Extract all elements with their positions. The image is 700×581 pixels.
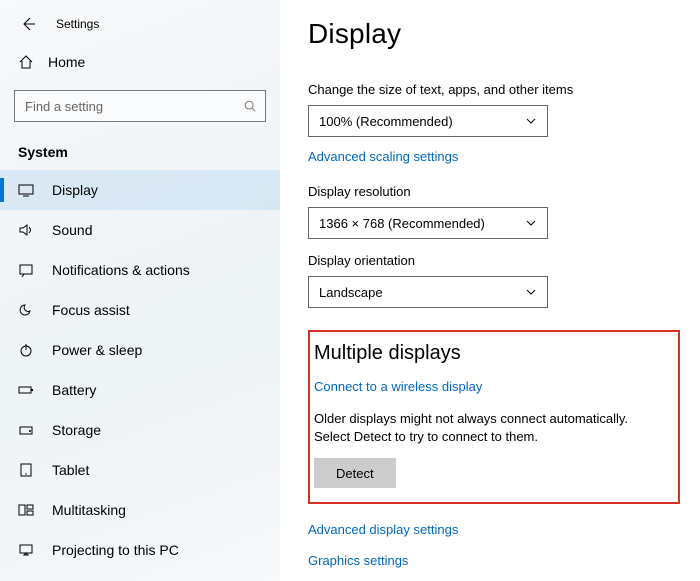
titlebar: Settings <box>0 6 280 42</box>
tablet-icon <box>18 462 34 478</box>
sidebar-item-sound[interactable]: Sound <box>0 210 280 250</box>
resolution-combobox[interactable]: 1366 × 768 (Recommended) <box>308 207 548 239</box>
resolution-label: Display resolution <box>308 184 672 199</box>
multiple-displays-heading: Multiple displays <box>314 342 666 365</box>
search-row <box>0 82 280 132</box>
sidebar: Settings Home System Display Sound Notif… <box>0 0 280 581</box>
scale-combobox[interactable]: 100% (Recommended) <box>308 105 548 137</box>
display-icon <box>18 182 34 198</box>
scale-field: Change the size of text, apps, and other… <box>308 82 672 137</box>
sidebar-item-power-sleep[interactable]: Power & sleep <box>0 330 280 370</box>
sidebar-item-tablet[interactable]: Tablet <box>0 450 280 490</box>
search-input[interactable] <box>23 99 243 114</box>
sidebar-item-storage[interactable]: Storage <box>0 410 280 450</box>
power-icon <box>18 342 34 358</box>
sidebar-item-battery[interactable]: Battery <box>0 370 280 410</box>
chevron-down-icon <box>525 115 537 127</box>
notifications-icon <box>18 262 34 278</box>
home-icon <box>18 54 34 70</box>
older-displays-text: Older displays might not always connect … <box>314 410 666 446</box>
nav-list: Display Sound Notifications & actions Fo… <box>0 170 280 581</box>
storage-icon <box>18 422 34 438</box>
sidebar-item-notifications[interactable]: Notifications & actions <box>0 250 280 290</box>
graphics-settings-link[interactable]: Graphics settings <box>308 553 672 568</box>
app-title: Settings <box>56 17 99 31</box>
section-header: System <box>0 132 280 170</box>
search-icon <box>243 99 257 113</box>
projecting-icon <box>18 542 34 558</box>
detect-button[interactable]: Detect <box>314 458 396 488</box>
scale-value: 100% (Recommended) <box>319 114 453 129</box>
sidebar-item-multitasking[interactable]: Multitasking <box>0 490 280 530</box>
sidebar-item-display[interactable]: Display <box>0 170 280 210</box>
sidebar-item-projecting[interactable]: Projecting to this PC <box>0 530 280 570</box>
battery-icon <box>18 382 34 398</box>
arrow-left-icon <box>20 16 36 32</box>
resolution-value: 1366 × 768 (Recommended) <box>319 216 485 231</box>
scale-layout-heading: Scale and layout <box>308 44 672 58</box>
focus-assist-icon <box>18 302 34 318</box>
orientation-combobox[interactable]: Landscape <box>308 276 548 308</box>
sidebar-item-home[interactable]: Home <box>0 42 280 82</box>
connect-wireless-link[interactable]: Connect to a wireless display <box>314 379 482 394</box>
multiple-displays-highlight: Multiple displays Connect to a wireless … <box>308 330 680 504</box>
chevron-down-icon <box>525 217 537 229</box>
resolution-field: Display resolution 1366 × 768 (Recommend… <box>308 184 672 239</box>
orientation-field: Display orientation Landscape <box>308 253 672 308</box>
search-box[interactable] <box>14 90 266 122</box>
orientation-value: Landscape <box>319 285 383 300</box>
advanced-scaling-link[interactable]: Advanced scaling settings <box>308 149 458 164</box>
sound-icon <box>18 222 34 238</box>
multitasking-icon <box>18 502 34 518</box>
chevron-down-icon <box>525 286 537 298</box>
back-button[interactable] <box>14 10 42 38</box>
orientation-label: Display orientation <box>308 253 672 268</box>
scale-label: Change the size of text, apps, and other… <box>308 82 672 97</box>
advanced-display-link[interactable]: Advanced display settings <box>308 522 672 537</box>
sidebar-item-focus-assist[interactable]: Focus assist <box>0 290 280 330</box>
home-label: Home <box>48 54 85 70</box>
main-content: Display Scale and layout Change the size… <box>280 0 700 581</box>
